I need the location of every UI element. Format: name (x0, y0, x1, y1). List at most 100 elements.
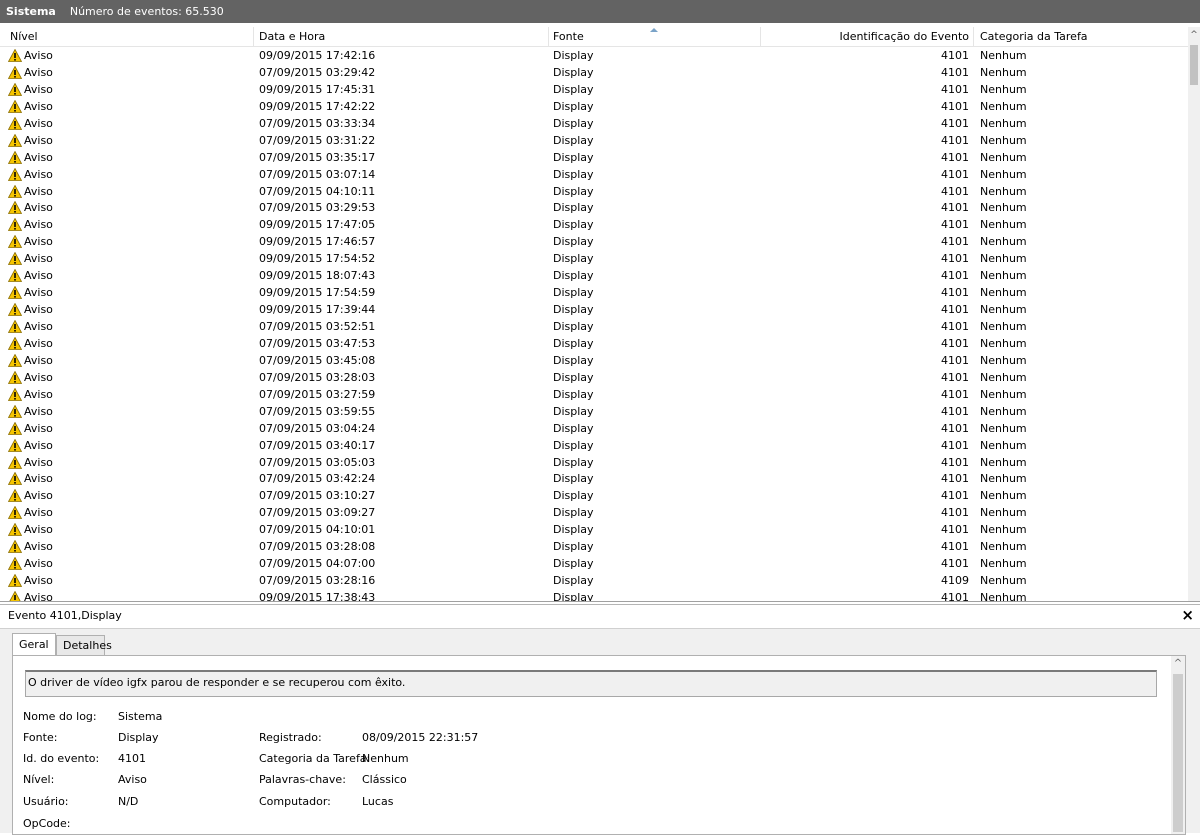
row-event-id: 4101 (941, 540, 969, 554)
table-row[interactable]: Aviso 07/09/2015 03:59:55 Display 4101 Nenhu… (0, 403, 1188, 420)
warning-icon (8, 320, 22, 333)
row-event-id: 4101 (941, 133, 969, 147)
row-event-id: 4101 (941, 65, 969, 79)
table-row[interactable]: Aviso 07/09/2015 03:05:03 Display 4101 Nenhu… (0, 454, 1188, 471)
table-row[interactable]: Aviso 07/09/2015 03:42:24 Display 4101 Nenhu… (0, 470, 1188, 487)
row-event-id: 4101 (941, 150, 969, 164)
table-row[interactable]: Aviso 07/09/2015 03:47:53 Display 4101 Nenhu… (0, 335, 1188, 352)
row-source: Display (553, 252, 594, 266)
table-row[interactable]: Aviso 09/09/2015 17:54:59 Display 4101 Nenhu… (0, 284, 1188, 301)
scrollbar-thumb[interactable] (1190, 45, 1198, 85)
row-date: 09/09/2015 17:54:52 (259, 252, 376, 266)
row-source: Display (553, 472, 594, 486)
warning-icon (8, 133, 22, 147)
row-level: Aviso (8, 437, 53, 454)
row-level: Aviso (8, 233, 53, 250)
row-level: Aviso (8, 132, 53, 149)
table-row[interactable]: Aviso 09/09/2015 17:47:05 Display 4101 Nenhu… (0, 216, 1188, 233)
row-date: 07/09/2015 03:28:08 (259, 540, 376, 554)
scroll-up-icon[interactable]: ^ (1171, 658, 1185, 669)
table-row[interactable]: Aviso 09/09/2015 17:42:16 Display 4101 Nenhu… (0, 47, 1188, 64)
detail-scrollbar[interactable]: ^ (1171, 656, 1185, 834)
warning-icon (8, 523, 22, 537)
row-event-id: 4101 (941, 303, 969, 317)
field-label-logged: Registrado: (259, 731, 322, 744)
table-row[interactable]: Aviso 07/09/2015 03:29:42 Display 4101 Nenhu… (0, 64, 1188, 81)
table-row[interactable]: Aviso 09/09/2015 17:39:44 Display 4101 Nenhu… (0, 301, 1188, 318)
column-header-task-category[interactable]: Categoria da Tarefa (976, 27, 1188, 46)
table-row[interactable]: Aviso 07/09/2015 03:28:03 Display 4101 Nenhu… (0, 369, 1188, 386)
row-task-category: Nenhum (980, 49, 1027, 62)
table-row[interactable]: Aviso 07/09/2015 03:35:17 Display 4101 Nenhu… (0, 149, 1188, 166)
table-row[interactable]: Aviso 07/09/2015 03:04:24 Display 4101 Nenhu… (0, 420, 1188, 437)
row-date: 09/09/2015 17:46:57 (259, 235, 376, 249)
table-row[interactable]: Aviso 07/09/2015 03:52:51 Display 4101 Nenhu… (0, 318, 1188, 335)
table-row[interactable]: Aviso 07/09/2015 03:45:08 Display 4101 Nenhu… (0, 352, 1188, 369)
row-source: Display (553, 404, 594, 418)
row-event-id: 4101 (941, 438, 969, 452)
tab-details[interactable]: Detalhes (56, 635, 112, 655)
row-level: Aviso (8, 403, 53, 420)
field-label-keywords: Palavras-chave: (259, 773, 346, 786)
table-row[interactable]: Aviso 09/09/2015 17:38:43 Display 4101 Nenhu… (0, 589, 1188, 601)
table-row[interactable]: Aviso 07/09/2015 03:09:27 Display 4101 Nenhu… (0, 504, 1188, 521)
row-task-category: Nenhum (980, 65, 1027, 79)
field-value-event-id: 4101 (118, 752, 146, 765)
scroll-up-icon[interactable]: ^ (1190, 31, 1198, 40)
column-header-event-id[interactable]: Identificação do Evento (762, 27, 974, 46)
event-list-scrollbar[interactable]: ^ (1188, 27, 1200, 601)
table-row[interactable]: Aviso 07/09/2015 03:27:59 Display 4101 Nenhu… (0, 386, 1188, 403)
table-row[interactable]: Aviso 07/09/2015 03:33:34 Display 4101 Nenhu… (0, 115, 1188, 132)
table-row[interactable]: Aviso 09/09/2015 17:46:57 Display 4101 Nenhu… (0, 233, 1188, 250)
row-event-id: 4101 (941, 235, 969, 249)
column-header-date[interactable]: Data e Hora (255, 27, 549, 46)
row-date: 07/09/2015 03:29:42 (259, 65, 376, 79)
field-value-source: Display (118, 731, 159, 744)
table-row[interactable]: Aviso 09/09/2015 17:45:31 Display 4101 Nenhu… (0, 81, 1188, 98)
row-task-category: Nenhum (980, 404, 1027, 418)
table-row[interactable]: Aviso 07/09/2015 03:07:14 Display 4101 Nenhu… (0, 166, 1188, 183)
row-date: 07/09/2015 03:09:27 (259, 506, 376, 520)
log-name: Sistema (6, 5, 56, 18)
row-source: Display (553, 320, 594, 333)
row-level: Aviso (8, 538, 53, 555)
table-row[interactable]: Aviso 07/09/2015 03:29:53 Display 4101 Nenhu… (0, 199, 1188, 216)
detail-scrollbar-thumb[interactable] (1173, 674, 1183, 832)
table-row[interactable]: Aviso 07/09/2015 04:10:01 Display 4101 Nenhu… (0, 521, 1188, 538)
event-list[interactable]: Nível Data e Hora Fonte Identificação do… (0, 23, 1200, 602)
row-task-category: Nenhum (980, 523, 1027, 537)
row-date: 09/09/2015 17:42:22 (259, 99, 376, 113)
row-level: Aviso (8, 267, 53, 284)
table-row[interactable]: Aviso 07/09/2015 03:31:22 Display 4101 Nenhu… (0, 132, 1188, 149)
table-row[interactable]: Aviso 09/09/2015 17:42:22 Display 4101 Nenhu… (0, 98, 1188, 115)
table-row[interactable]: Aviso 07/09/2015 03:28:08 Display 4101 Nenhu… (0, 538, 1188, 555)
row-level: Aviso (8, 166, 53, 183)
field-value-log-name: Sistema (118, 710, 163, 723)
table-row[interactable]: Aviso 07/09/2015 04:07:00 Display 4101 Nenhu… (0, 555, 1188, 572)
field-label-computer: Computador: (259, 795, 331, 808)
row-source: Display (553, 523, 594, 537)
row-level: Aviso (8, 199, 53, 216)
row-task-category: Nenhum (980, 540, 1027, 554)
tab-general[interactable]: Geral (12, 633, 56, 655)
close-icon[interactable]: × (1181, 607, 1194, 623)
column-header-level[interactable]: Nível (6, 27, 254, 46)
event-message-box[interactable]: O driver de vídeo igfx parou de responde… (25, 670, 1157, 697)
table-row[interactable]: Aviso 09/09/2015 17:54:52 Display 4101 Nenhu… (0, 250, 1188, 267)
row-task-category: Nenhum (980, 286, 1027, 300)
table-row[interactable]: Aviso 07/09/2015 03:10:27 Display 4101 Nenhu… (0, 487, 1188, 504)
row-event-id: 4101 (941, 99, 969, 113)
row-event-id: 4101 (941, 286, 969, 300)
field-label-opcode: OpCode: (23, 817, 71, 830)
table-row[interactable]: Aviso 07/09/2015 03:28:16 Display 4109 Nenhu… (0, 572, 1188, 589)
table-row[interactable]: Aviso 07/09/2015 04:10:11 Display 4101 Nenhu… (0, 183, 1188, 200)
warning-icon (8, 404, 22, 418)
row-task-category: Nenhum (980, 320, 1027, 333)
row-task-category: Nenhum (980, 235, 1027, 249)
row-source: Display (553, 218, 594, 232)
table-row[interactable]: Aviso 07/09/2015 03:40:17 Display 4101 Nenhu… (0, 437, 1188, 454)
row-task-category: Nenhum (980, 421, 1027, 435)
table-row[interactable]: Aviso 09/09/2015 18:07:43 Display 4101 Nenhu… (0, 267, 1188, 284)
event-count: Número de eventos: 65.530 (69, 5, 224, 18)
row-source: Display (553, 303, 594, 317)
